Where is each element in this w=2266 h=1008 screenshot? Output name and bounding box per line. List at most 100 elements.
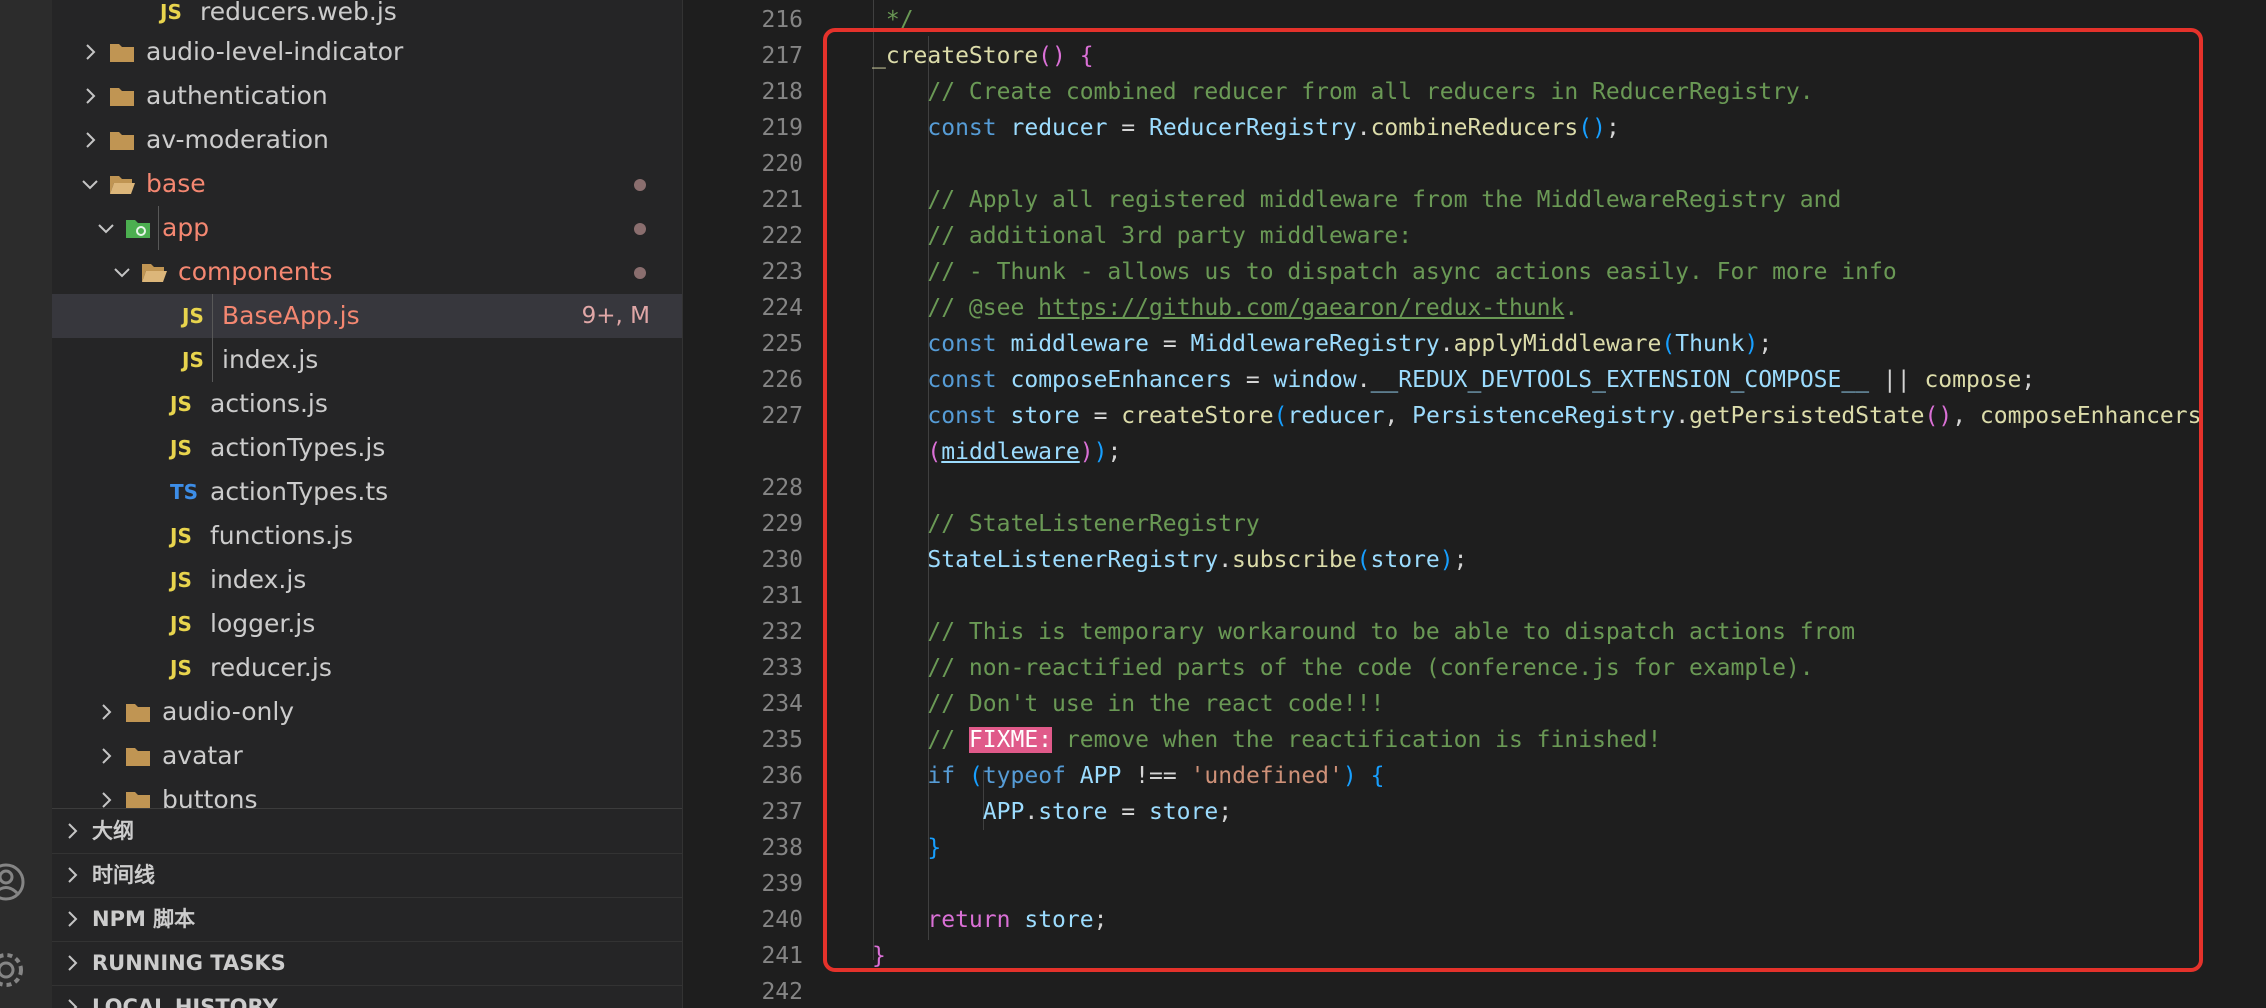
tree-indent-guide (158, 206, 159, 250)
folder-icon (108, 38, 136, 66)
tree-item-label: components (178, 257, 333, 286)
panel-header-1[interactable]: 时间线 (52, 853, 682, 898)
line-number: 238 (761, 835, 803, 861)
tree-item-label: index.js (222, 345, 319, 374)
tree-item-base[interactable]: base (52, 162, 682, 206)
explorer-sidebar: JS reducers.web.js audio-level-indicator au… (52, 0, 682, 1008)
panel-header-0[interactable]: 大纲 (52, 809, 682, 854)
account-icon[interactable] (0, 862, 26, 902)
folder-icon (108, 82, 136, 110)
tree-item-label: authentication (146, 81, 328, 110)
gear-icon[interactable] (0, 950, 26, 990)
code-editor[interactable]: 216 217 218 219 220 221 222 223 224 225 226 227 228 2… (683, 0, 2266, 1008)
line-number: 225 (761, 331, 803, 357)
tree-item-logger-js[interactable]: JS logger.js (52, 602, 682, 646)
tree-item-buttons[interactable]: buttons (52, 778, 682, 808)
tree-item-actions-js[interactable]: JS actions.js (52, 382, 682, 426)
tree-item-reducers-web-js[interactable]: JS reducers.web.js (52, 0, 682, 34)
line-number: 220 (761, 151, 803, 177)
tree-item-functions-js[interactable]: JS functions.js (52, 514, 682, 558)
line-number: 241 (761, 943, 803, 969)
chevron-right-icon[interactable] (62, 821, 82, 841)
chevron-down-icon[interactable] (112, 262, 132, 282)
line-number: 218 (761, 79, 803, 105)
tree-item-label: reducer.js (210, 653, 332, 682)
tree-item-actiontypes-ts[interactable]: TS actionTypes.ts (52, 470, 682, 514)
tree-item-audio-level-indicator[interactable]: audio-level-indicator (52, 30, 682, 74)
chevron-right-icon[interactable] (62, 865, 82, 885)
folder-icon (140, 258, 168, 286)
folder-icon (108, 170, 136, 198)
panel-title: 时间线 (92, 863, 155, 887)
js-file-icon: JS (182, 304, 204, 328)
line-number: 229 (761, 511, 803, 537)
tree-item-baseapp-js[interactable]: JS BaseApp.js 9+, M (52, 294, 682, 338)
line-number: 234 (761, 691, 803, 717)
panel-header-3[interactable]: RUNNING TASKS (52, 941, 682, 986)
line-number: 228 (761, 475, 803, 501)
chevron-right-icon[interactable] (80, 130, 100, 150)
folder-icon (124, 786, 152, 808)
chevron-right-icon[interactable] (80, 86, 100, 106)
tree-item-label: logger.js (210, 609, 316, 638)
js-file-icon: JS (170, 436, 192, 460)
line-number: 216 (761, 7, 803, 33)
line-number: 227 (761, 403, 803, 429)
tree-item-actiontypes-js[interactable]: JS actionTypes.js (52, 426, 682, 470)
tree-item-reducer-js[interactable]: JS reducer.js (52, 646, 682, 690)
tree-item-components[interactable]: components (52, 250, 682, 294)
tree-indent-guide (212, 294, 213, 382)
line-number: 232 (761, 619, 803, 645)
tree-item-avatar[interactable]: avatar (52, 734, 682, 778)
tree-item-label: app (162, 213, 210, 242)
tree-item-label: audio-level-indicator (146, 37, 404, 66)
js-file-icon: JS (160, 0, 182, 24)
line-number: 230 (761, 547, 803, 573)
modified-dot (634, 267, 646, 279)
tree-item-index-js[interactable]: JS index.js (52, 558, 682, 602)
chevron-right-icon[interactable] (96, 702, 116, 722)
tree-item-authentication[interactable]: authentication (52, 74, 682, 118)
tree-item-label: av-moderation (146, 125, 329, 154)
line-number: 226 (761, 367, 803, 393)
chevron-down-icon[interactable] (80, 174, 100, 194)
line-number: 224 (761, 295, 803, 321)
sidebar-panels: 大纲时间线 NPM 脚本 RUNNING TASKS LOCAL HISTORY (52, 808, 682, 1008)
red-highlight-box (823, 28, 2203, 972)
file-tree: JS reducers.web.js audio-level-indicator au… (52, 0, 682, 808)
tree-item-label: audio-only (162, 697, 295, 726)
line-number: 222 (761, 223, 803, 249)
tree-item-label: actionTypes.ts (210, 477, 389, 506)
line-number: 237 (761, 799, 803, 825)
tree-item-label: avatar (162, 741, 243, 770)
tree-item-label: actions.js (210, 389, 328, 418)
chevron-right-icon[interactable] (96, 790, 116, 808)
chevron-right-icon[interactable] (96, 746, 116, 766)
js-file-icon: JS (170, 392, 192, 416)
tree-item-index-js[interactable]: JS index.js (52, 338, 682, 382)
line-number: 219 (761, 115, 803, 141)
chevron-right-icon[interactable] (80, 42, 100, 62)
tree-item-av-moderation[interactable]: av-moderation (52, 118, 682, 162)
tree-item-label: BaseApp.js (222, 301, 360, 330)
line-number: 233 (761, 655, 803, 681)
panel-header-2[interactable]: NPM 脚本 (52, 897, 682, 942)
tree-item-app[interactable]: app (52, 206, 682, 250)
line-number: 221 (761, 187, 803, 213)
line-number: 239 (761, 871, 803, 897)
js-file-icon: JS (170, 524, 192, 548)
line-number: 236 (761, 763, 803, 789)
line-number: 231 (761, 583, 803, 609)
chevron-down-icon[interactable] (96, 218, 116, 238)
folder-icon (124, 698, 152, 726)
panel-title: RUNNING TASKS (92, 951, 286, 975)
panel-header-4[interactable]: LOCAL HISTORY (52, 985, 682, 1008)
panel-title: 大纲 (92, 819, 134, 843)
chevron-right-icon[interactable] (62, 909, 82, 929)
tree-item-audio-only[interactable]: audio-only (52, 690, 682, 734)
chevron-right-icon[interactable] (62, 997, 82, 1008)
chevron-right-icon[interactable] (62, 953, 82, 973)
folder-icon (124, 214, 152, 242)
js-file-icon: JS (170, 612, 192, 636)
line-number: 242 (761, 979, 803, 1005)
